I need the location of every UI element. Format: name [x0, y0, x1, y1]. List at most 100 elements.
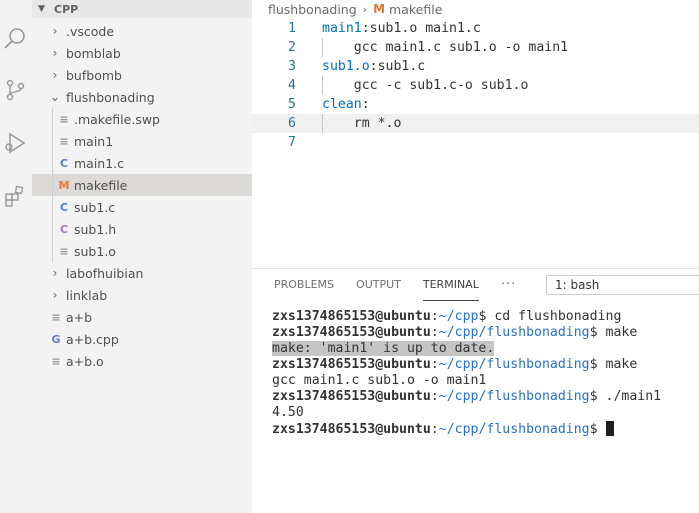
tree-item-label: .vscode: [66, 23, 115, 39]
tree-folder[interactable]: › labofhuibian: [32, 262, 252, 284]
breadcrumb-file[interactable]: makefile: [389, 2, 442, 17]
make-target: main1: [322, 21, 362, 36]
explorer-root-label: CPP: [54, 2, 79, 16]
tree-item-label: labofhuibian: [66, 265, 144, 281]
code-rest: gcc -c sub1.c-o sub1.o: [322, 78, 529, 93]
code-rest: :sub1.o main1.c: [361, 21, 481, 36]
makefile-icon: M: [58, 178, 70, 192]
terminal-cursor: [605, 421, 614, 436]
tree-file[interactable]: ≡ .makefile.swp: [32, 108, 252, 130]
lines-file-icon: ≡: [51, 310, 61, 324]
tree-file[interactable]: Csub1.c: [32, 196, 252, 218]
indent-guide: [52, 108, 53, 262]
code-area[interactable]: 1 main1:sub1.o main1.c 2 gcc main1.c sub1.…: [252, 19, 699, 152]
code-line[interactable]: 1 main1:sub1.o main1.c: [252, 19, 699, 38]
tree-item-label: .makefile.swp: [74, 111, 160, 127]
line-number: 6: [288, 116, 296, 131]
prompt-path: ~/cpp/flushbonading: [438, 389, 590, 404]
code-line[interactable]: 5 clean:: [252, 95, 699, 114]
terminal-line: zxs1374865153@ubuntu:~/cpp/flushbonading…: [272, 357, 699, 373]
code-line[interactable]: 3 sub1.o:sub1.c: [252, 57, 699, 76]
code-text: main1:sub1.o main1.c: [322, 19, 481, 38]
terminal-select[interactable]: 1: bash: [546, 275, 699, 295]
code-text: rm *.o: [322, 114, 402, 133]
tree-folder[interactable]: › bufbomb: [32, 64, 252, 86]
tree-file[interactable]: ≡ a+b: [32, 306, 252, 328]
lines-file-icon: ≡: [51, 354, 61, 368]
lines-file-icon: ≡: [59, 244, 69, 258]
prompt-user: zxs1374865153@ubuntu: [272, 309, 431, 324]
lines-file-icon: ≡: [59, 112, 69, 126]
terminal-line: zxs1374865153@ubuntu:~/cpp/flushbonading…: [272, 389, 699, 405]
tree-file[interactable]: Cmain1.c: [32, 152, 252, 174]
more-actions-icon[interactable]: ···: [501, 269, 516, 301]
code-rest: :: [361, 97, 370, 112]
prompt-user: zxs1374865153@ubuntu: [272, 422, 431, 437]
code-line[interactable]: 6 rm *.o: [252, 114, 699, 133]
tree-item-label: a+b: [66, 309, 93, 325]
prompt-symbol: $: [589, 325, 598, 340]
tree-item-label: makefile: [74, 177, 128, 193]
code-text: gcc main1.c sub1.o -o main1: [322, 38, 568, 57]
run-debug-icon[interactable]: [0, 127, 32, 159]
c-file-icon: C: [59, 200, 69, 214]
prompt-colon: :: [430, 389, 439, 404]
editor: flushbonading › M makefile 1 main1:sub1.o…: [252, 0, 699, 268]
search-icon[interactable]: [0, 22, 32, 54]
explorer-root-header[interactable]: ▼ CPP: [32, 0, 252, 18]
make-target: sub1.o: [322, 59, 370, 74]
line-number: 4: [288, 78, 296, 93]
line-number: 3: [288, 59, 296, 74]
tab-terminal[interactable]: TERMINAL: [422, 269, 479, 301]
tree-file[interactable]: ≡ main1: [32, 130, 252, 152]
activity-bar: [0, 0, 32, 513]
code-line[interactable]: 2 gcc main1.c sub1.o -o main1: [252, 38, 699, 57]
prompt-symbol: $: [589, 389, 598, 404]
tree-item-label: bufbomb: [66, 67, 122, 83]
tree-folder[interactable]: › linklab: [32, 284, 252, 306]
chevron-right-icon: ›: [52, 24, 58, 38]
terminal-line: 4.50: [272, 405, 699, 421]
prompt-path: ~/cpp: [438, 309, 479, 324]
indent-guide: [322, 38, 323, 57]
tree-file[interactable]: ≡ sub1.o: [32, 240, 252, 262]
tree-folder[interactable]: › bomblab: [32, 42, 252, 64]
terminal-command: ./main1: [597, 389, 662, 404]
breadcrumb: flushbonading › M makefile: [252, 0, 699, 18]
tree-folder[interactable]: ⌄ flushbonading: [32, 86, 252, 108]
code-line[interactable]: 7: [252, 133, 699, 152]
extensions-icon[interactable]: [0, 180, 32, 212]
tree-item-label: bomblab: [66, 45, 121, 61]
tab-output[interactable]: OUTPUT: [356, 269, 401, 301]
terminal-line: zxs1374865153@ubuntu:~/cpp/flushbonading…: [272, 421, 699, 437]
terminal-output-text: gcc main1.c sub1.o -o main1: [272, 373, 487, 388]
prompt-symbol: $: [589, 422, 598, 437]
terminal-command: make: [597, 357, 638, 372]
tree-file[interactable]: ≡ a+b.o: [32, 350, 252, 372]
tree-file[interactable]: Ga+b.cpp: [32, 328, 252, 350]
tree-item-label: a+b.o: [66, 353, 104, 369]
code-rest: rm *.o: [322, 116, 402, 131]
tree-item-label: sub1.o: [74, 243, 116, 259]
lines-file-icon: ≡: [59, 134, 69, 148]
code-rest: gcc main1.c sub1.o -o main1: [322, 40, 569, 55]
tab-problems[interactable]: PROBLEMS: [274, 269, 334, 301]
tree-item-label: main1.c: [74, 155, 125, 171]
chevron-right-icon: ›: [52, 266, 58, 280]
tree-file[interactable]: Csub1.h: [32, 218, 252, 240]
prompt-colon: :: [430, 325, 439, 340]
tree-item-label: a+b.cpp: [66, 331, 119, 347]
terminal-output-text: 4.50: [272, 405, 304, 420]
indent-guide: [322, 114, 323, 133]
tree-file[interactable]: Mmakefile: [32, 174, 252, 196]
tree-item-label: sub1.h: [74, 221, 117, 237]
line-number: 5: [288, 97, 296, 112]
code-line[interactable]: 4 gcc -c sub1.c-o sub1.o: [252, 76, 699, 95]
terminal-output[interactable]: zxs1374865153@ubuntu:~/cpp$ cd flushbona…: [272, 309, 699, 437]
code-text: sub1.o:sub1.c: [322, 57, 425, 76]
breadcrumb-folder[interactable]: flushbonading: [268, 2, 357, 17]
tree-folder[interactable]: › .vscode: [32, 20, 252, 42]
make-target: clean: [322, 97, 362, 112]
chevron-right-icon: ›: [362, 2, 368, 16]
source-control-icon[interactable]: [0, 74, 32, 106]
